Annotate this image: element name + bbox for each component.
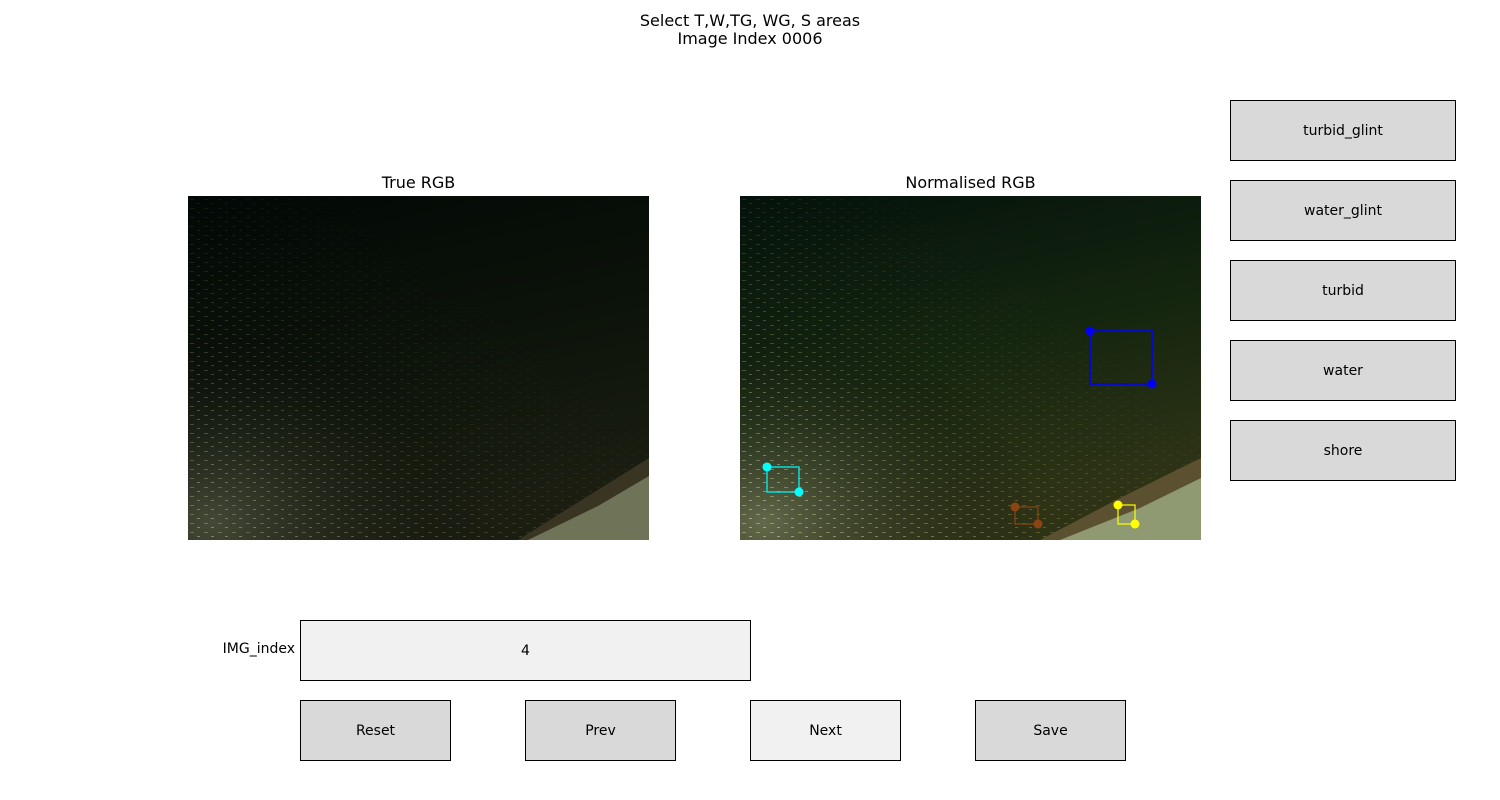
prev-button[interactable]: Prev	[525, 700, 676, 761]
water-button[interactable]: water	[1230, 340, 1456, 401]
figure-title-line2: Image Index 0006	[677, 29, 823, 48]
shore-button[interactable]: shore	[1230, 420, 1456, 481]
normalised-rgb-title: Normalised RGB	[905, 173, 1036, 192]
save-button[interactable]: Save	[975, 700, 1126, 761]
water-glint-button[interactable]: water_glint	[1230, 180, 1456, 241]
turbid-button[interactable]: turbid	[1230, 260, 1456, 321]
next-button[interactable]: Next	[750, 700, 901, 761]
true-rgb-canvas	[188, 196, 649, 540]
true-rgb-title: True RGB	[381, 173, 456, 192]
img-index-input[interactable]: 4	[300, 620, 751, 681]
reset-button[interactable]: Reset	[300, 700, 451, 761]
normalised-rgb-canvas	[740, 196, 1201, 540]
turbid-glint-button[interactable]: turbid_glint	[1230, 100, 1456, 161]
normalised-rgb-image[interactable]	[740, 196, 1201, 540]
figure-title: Select T,W,TG, WG, S areas Image Index 0…	[0, 12, 1500, 48]
true-rgb-image[interactable]	[188, 196, 649, 540]
figure-title-line1: Select T,W,TG, WG, S areas	[639, 11, 861, 30]
img-index-label: IMG_index	[222, 641, 295, 657]
